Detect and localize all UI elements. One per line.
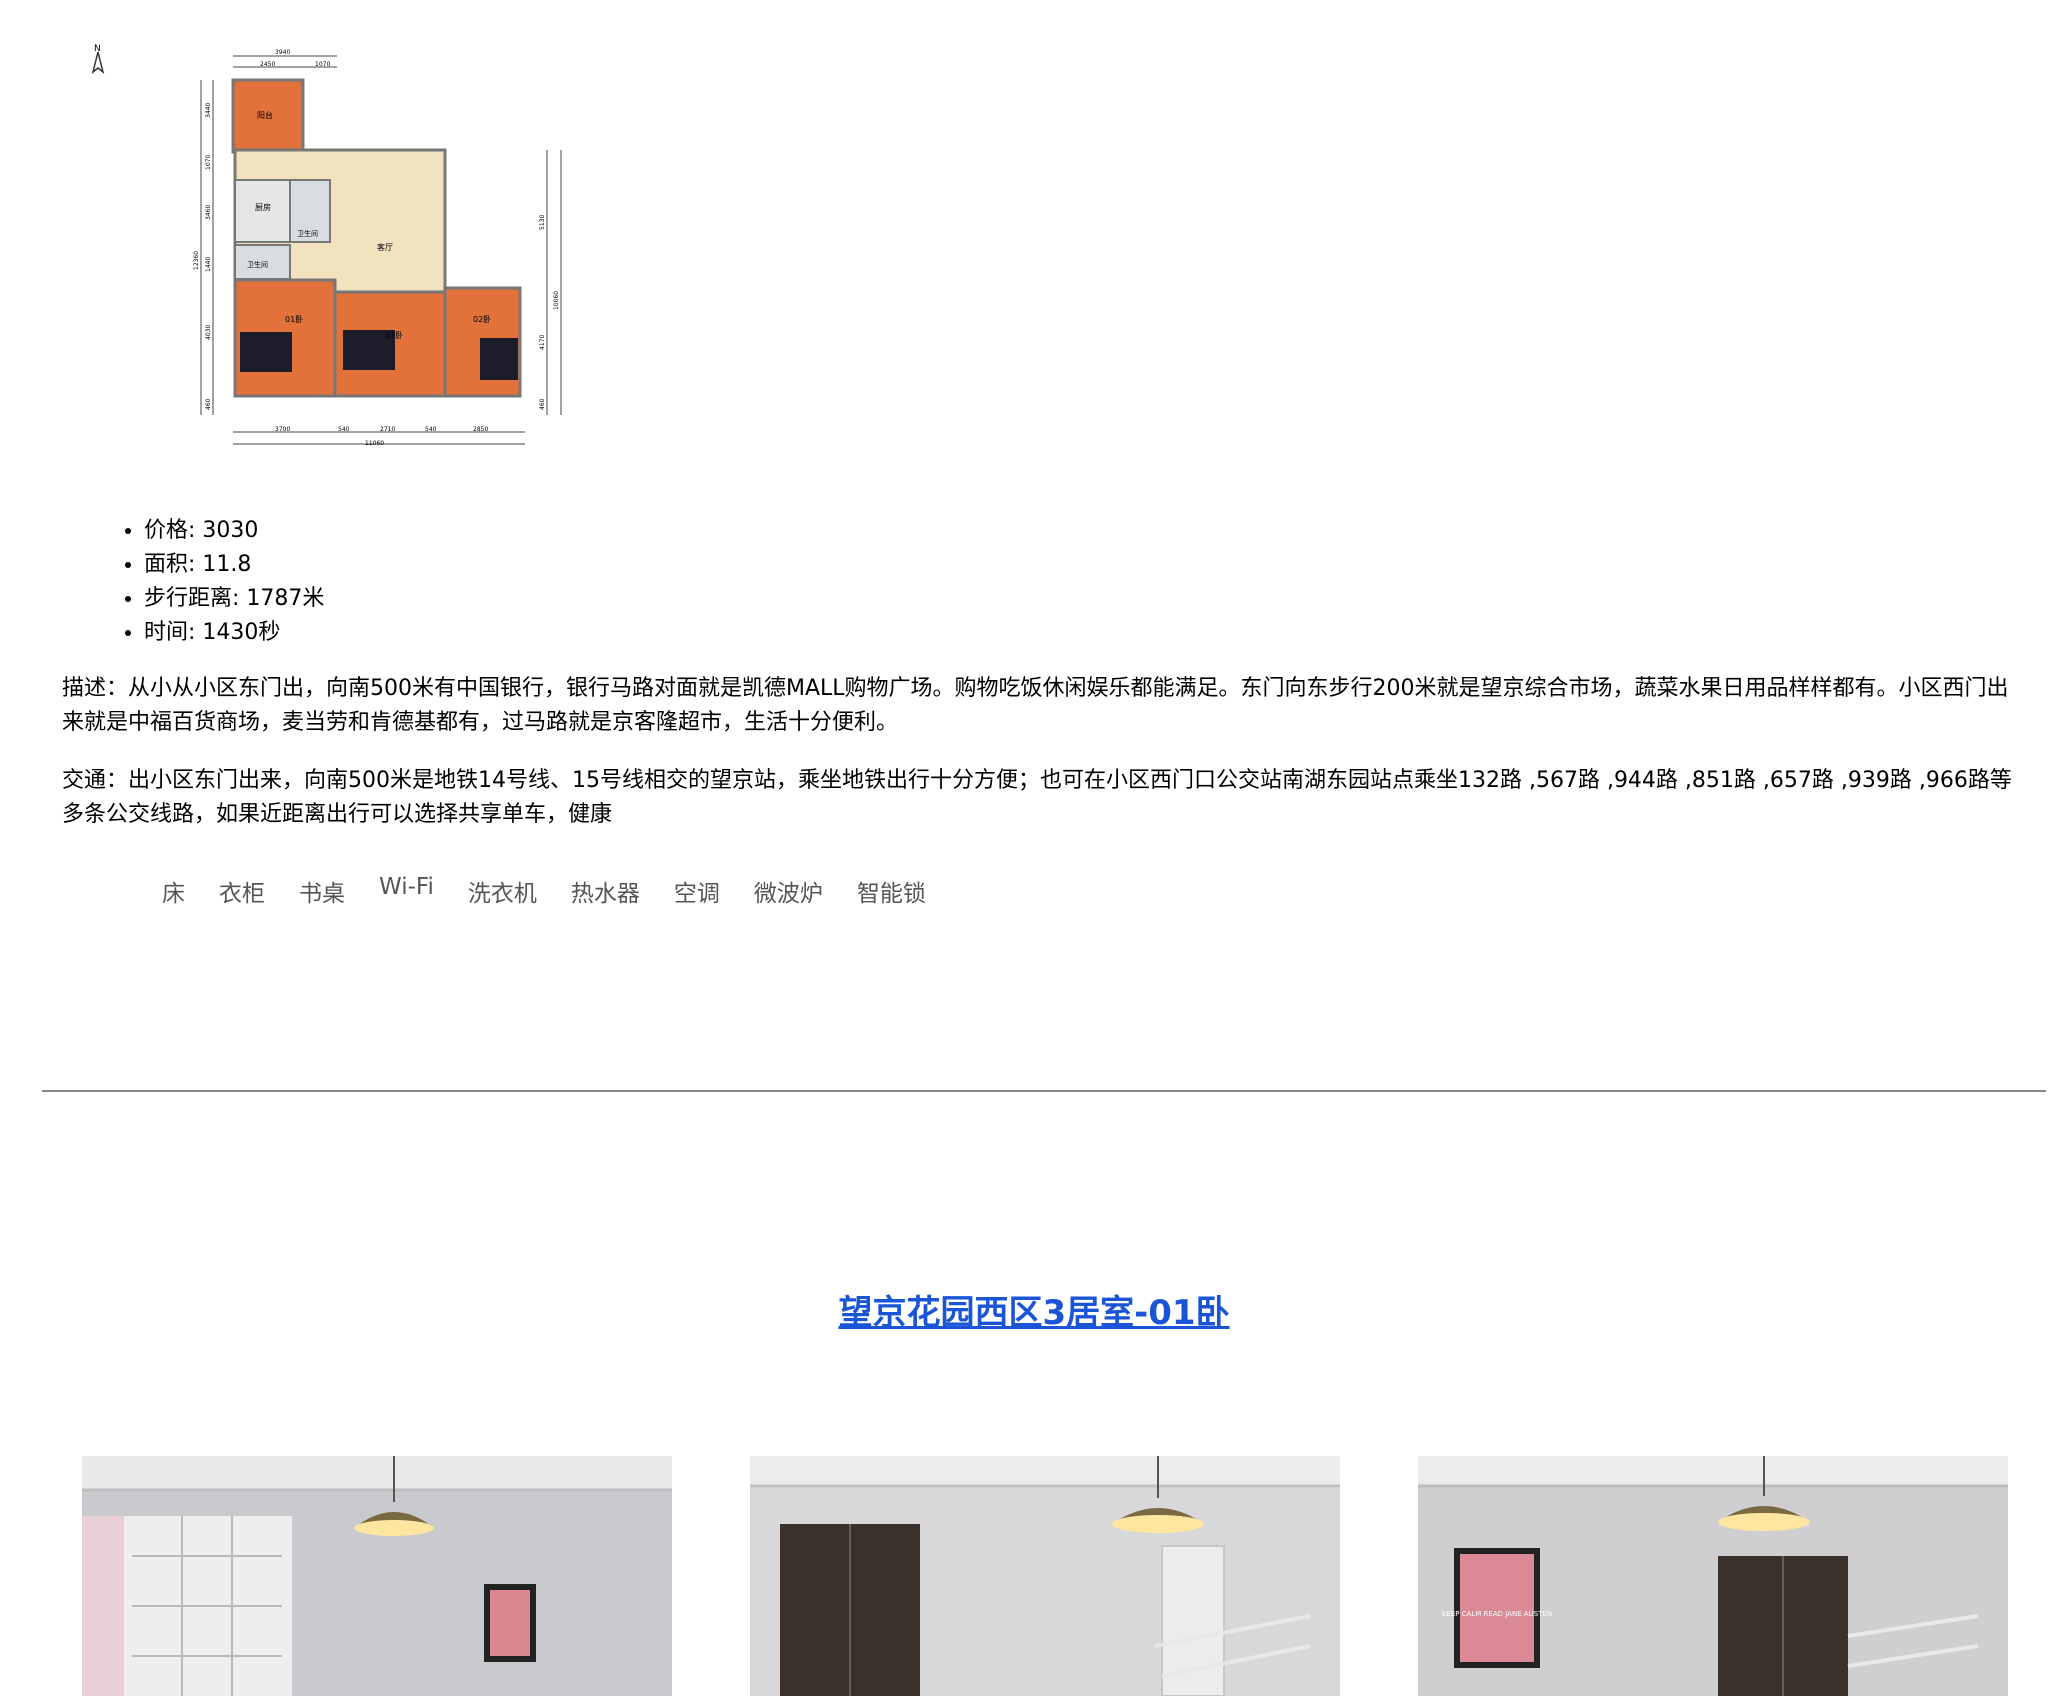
amenity-washer: 洗衣机 xyxy=(467,881,537,907)
amenity-wifi: Wi-Fi xyxy=(379,874,434,900)
specs-list: 价格: 3030 面积: 11.8 步行距离: 1787米 时间: 1430秒 xyxy=(110,514,324,650)
dim-bottom-3: 2710 xyxy=(380,426,395,433)
dim-bottom-total: 11060 xyxy=(365,440,384,447)
spec-area: 面积: 11.8 xyxy=(144,548,324,582)
amenity-microwave: 微波炉 xyxy=(753,881,823,907)
dim-left-2: 1070 xyxy=(205,155,212,170)
room-bed3-label: 02卧 xyxy=(473,315,491,324)
room-bath2-label: 卫生间 xyxy=(247,260,268,269)
dim-top-total: 3940 xyxy=(275,49,290,56)
amenity-wardrobe: 衣柜 xyxy=(219,881,265,907)
traffic-text: 交通：出小区东门出来，向南500米是地铁14号线、15号线相交的望京站，乘坐地铁… xyxy=(62,768,2012,827)
dim-top-a: 2450 xyxy=(260,61,275,68)
spec-price: 价格: 3030 xyxy=(144,514,324,548)
amenity-water-heater: 热水器 xyxy=(570,881,640,907)
dim-left-4: 1440 xyxy=(205,257,212,272)
dim-left-5: 4030 xyxy=(205,325,212,340)
dim-bottom-2: 540 xyxy=(338,426,350,433)
dim-right-total: 10060 xyxy=(553,291,560,310)
room-title-link[interactable]: 望京花园西区3居室-01卧 xyxy=(838,1293,1229,1333)
dim-bottom-1: 3700 xyxy=(275,426,290,433)
room-title: 望京花园西区3居室-01卧 xyxy=(0,1285,2068,1334)
room-bath1-label: 卫生间 xyxy=(297,229,318,238)
room-photo-1[interactable] xyxy=(82,1456,672,1696)
floorplan-image: N 3940 2450 1070 3440 1070 3460 1440 403… xyxy=(85,40,675,465)
amenity-smart-lock: 智能锁 xyxy=(856,881,926,907)
dim-left-1: 3440 xyxy=(205,103,212,118)
amenity-air-conditioner: 空调 xyxy=(673,881,720,907)
dim-right-3: 460 xyxy=(539,398,546,410)
amenities-list: 床 衣柜 书桌 Wi-Fi 洗衣机 热水器 空调 微波炉 智能锁 xyxy=(162,874,960,908)
dim-top-b: 1070 xyxy=(315,61,330,68)
spec-walk-distance: 步行距离: 1787米 xyxy=(144,582,324,616)
dim-left-total: 12360 xyxy=(193,251,200,270)
amenity-desk: 书桌 xyxy=(299,881,345,907)
section-divider xyxy=(42,1090,2046,1092)
svg-text:N: N xyxy=(94,44,101,54)
room-living-label: 客厅 xyxy=(377,242,393,252)
room-photo-2[interactable] xyxy=(750,1456,1340,1696)
poster-text: KEEP CALM READ JANE AUSTEN xyxy=(1442,1610,1552,1618)
dim-bottom-4: 540 xyxy=(425,426,437,433)
spec-time: 时间: 1430秒 xyxy=(144,616,324,650)
amenity-bed: 床 xyxy=(162,881,185,907)
dim-left-6: 460 xyxy=(205,398,212,410)
north-arrow-icon: N xyxy=(91,44,105,74)
description-text: 描述：从小从小区东门出，向南500米有中国银行，银行马路对面就是凯德MALL购物… xyxy=(62,676,2009,735)
room-bed2-label: 03卧 xyxy=(385,331,403,340)
room-photo-3[interactable]: KEEP CALM READ JANE AUSTEN xyxy=(1418,1456,2008,1696)
dim-right-1: 5130 xyxy=(539,215,546,230)
room-bed1-label: 01卧 xyxy=(285,315,303,324)
dim-bottom-5: 2850 xyxy=(473,426,488,433)
dim-right-2: 4170 xyxy=(539,335,546,350)
dim-left-3: 3460 xyxy=(205,205,212,220)
room-balcony-label: 阳台 xyxy=(257,110,273,120)
room-kitchen-label: 厨房 xyxy=(255,202,271,212)
